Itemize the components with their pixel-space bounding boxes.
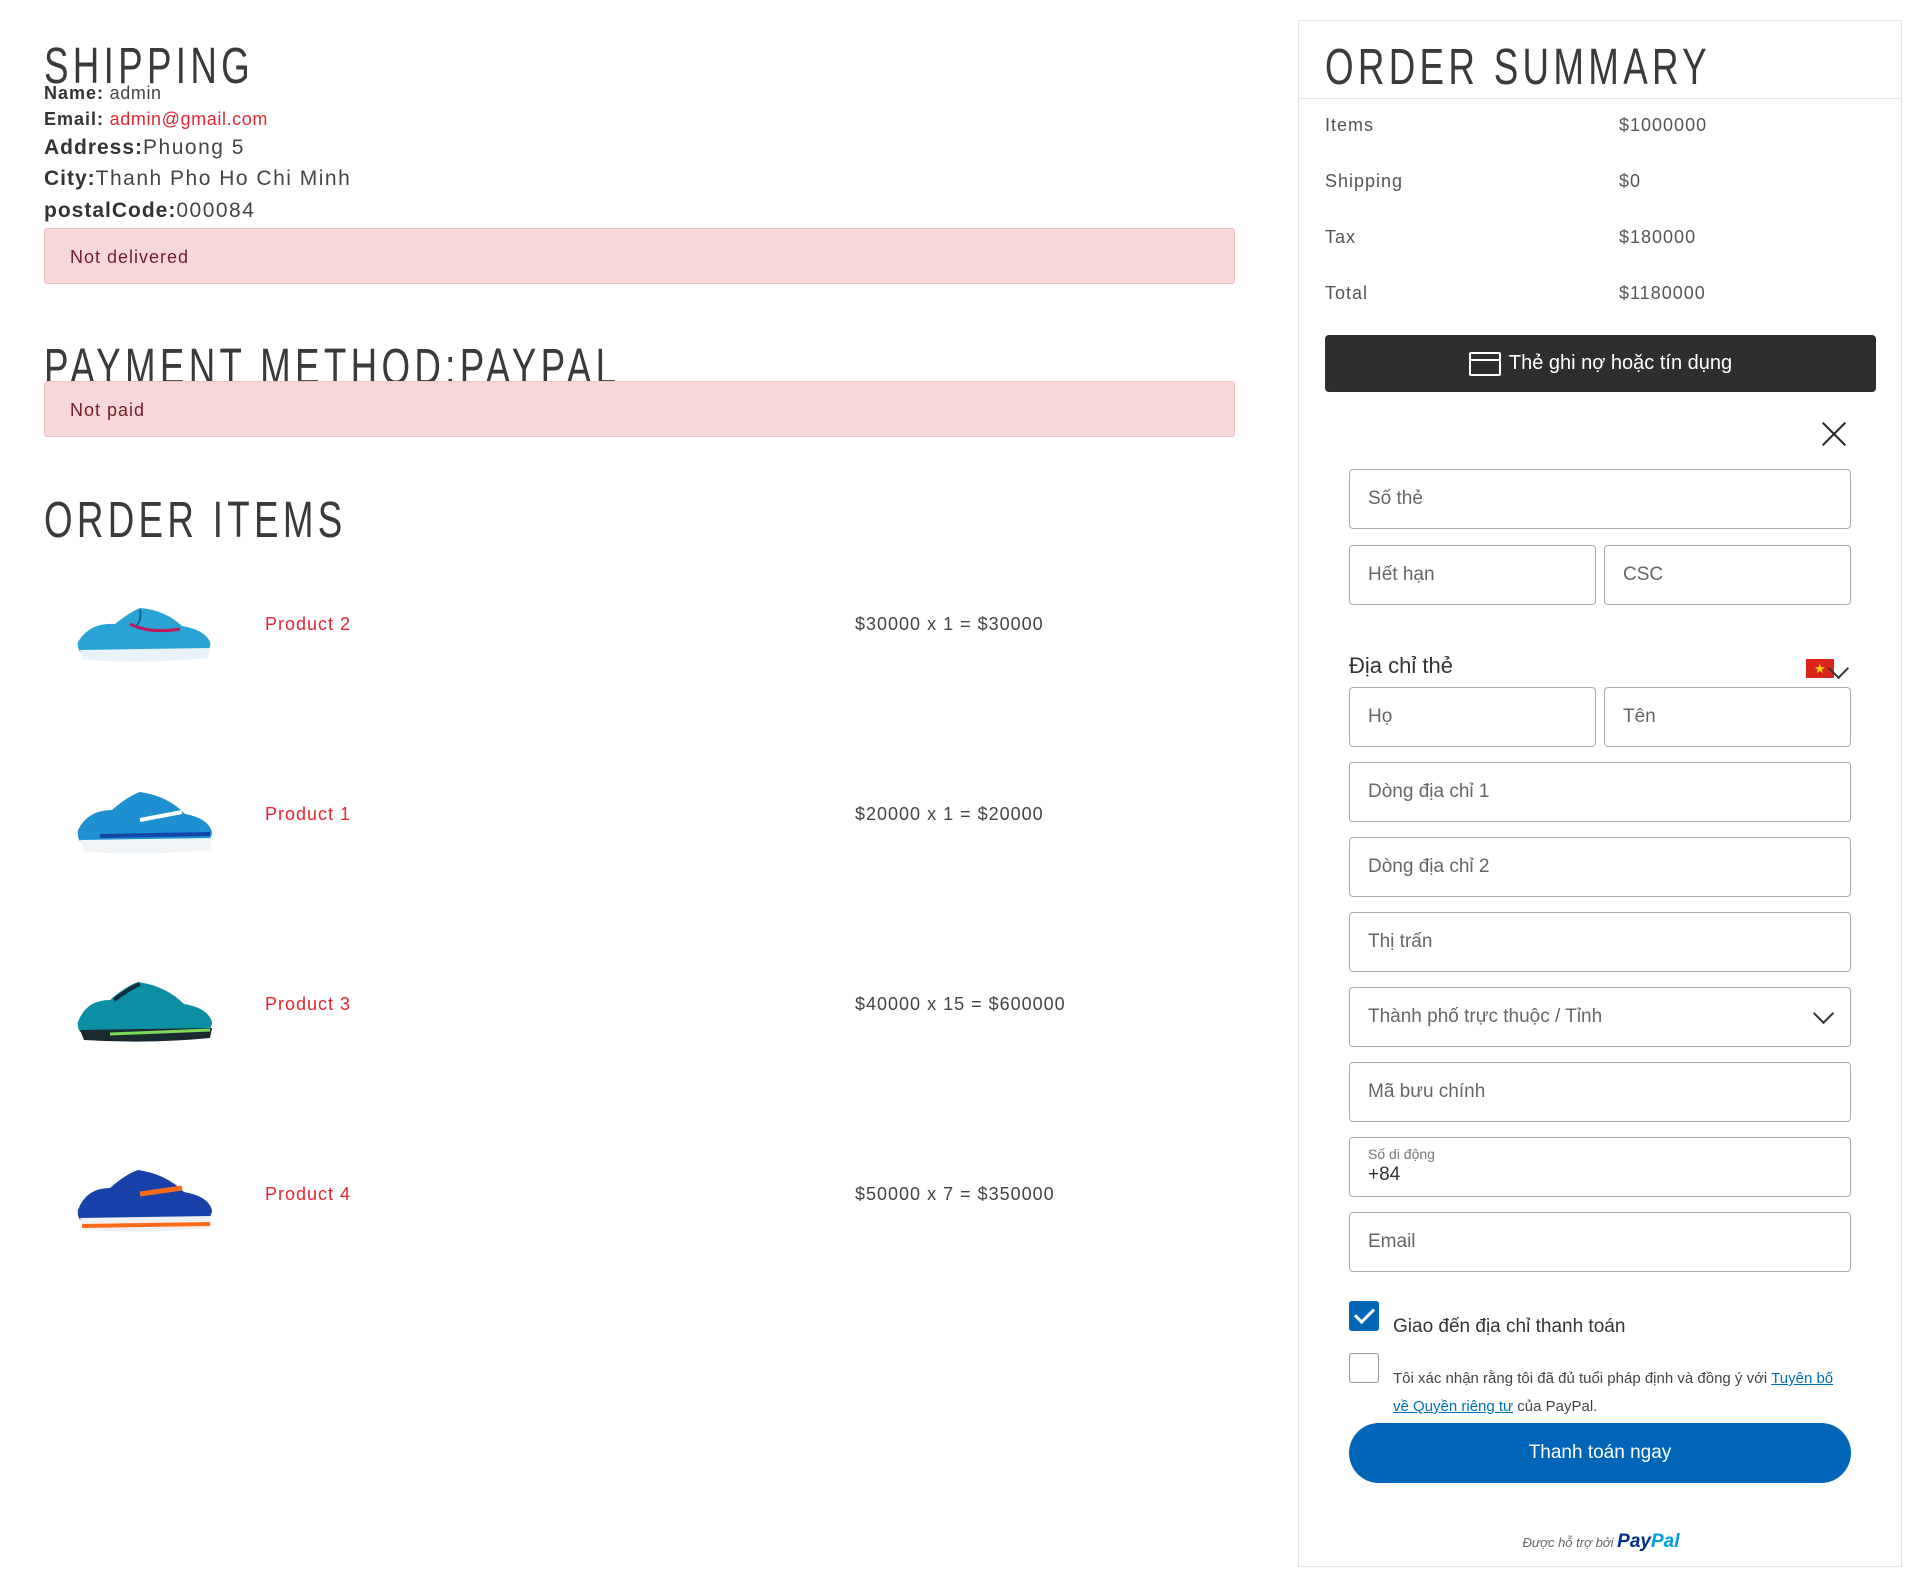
summary-items-value: $1000000 — [1619, 115, 1708, 135]
blue-running-shoe-image — [77, 792, 212, 854]
summary-shipping-label: Shipping — [1325, 171, 1404, 191]
delivery-status-alert: Not delivered — [44, 228, 1235, 284]
product-link[interactable]: Product 3 — [265, 994, 351, 1015]
mobile-phone-input[interactable]: Số di động +84 — [1349, 1137, 1851, 1197]
postal-code-input[interactable]: Mã bưu chính — [1349, 1062, 1851, 1122]
order-summary-panel: Order Summary Items $1000000 Shipping $0… — [1298, 20, 1902, 1567]
product-link[interactable]: Product 1 — [265, 804, 351, 825]
debit-credit-card-button[interactable]: Thẻ ghi nợ hoặc tín dụng — [1325, 335, 1876, 392]
order-item-row: Product 3 $40000 x 15 = $600000 — [44, 954, 1235, 1064]
town-input[interactable]: Thị trấn — [1349, 912, 1851, 972]
summary-total-value: $1180000 — [1619, 283, 1706, 303]
age-consent-text: Tôi xác nhận rằng tôi đã đủ tuổi pháp đị… — [1393, 1370, 1834, 1415]
teal-running-shoe-image — [77, 982, 212, 1042]
order-items-heading: Order Items — [44, 491, 347, 548]
shipping-postal-code: postalCode:000084 — [44, 199, 256, 222]
ship-to-billing-checkbox[interactable] — [1349, 1301, 1379, 1331]
province-select-label: Thành phố trực thuộc / Tỉnh — [1368, 1006, 1603, 1027]
order-item-row: Product 2 $30000 x 1 = $30000 — [44, 574, 1235, 684]
shipping-city: City:Thanh Pho Ho Chi Minh — [44, 167, 352, 190]
order-item-row: Product 1 $20000 x 1 = $20000 — [44, 764, 1235, 874]
summary-items-label: Items — [1325, 115, 1375, 135]
line-total: $40000 x 15 = $600000 — [855, 994, 1066, 1014]
email-link[interactable]: admin@gmail.com — [110, 109, 268, 129]
powered-by-paypal: Được hỗ trợ bởi PayPal — [1522, 1531, 1680, 1552]
summary-total-label: Total — [1325, 283, 1369, 303]
email-input[interactable]: Email — [1349, 1212, 1851, 1272]
summary-tax-value: $180000 — [1619, 227, 1697, 247]
age-consent-checkbox[interactable] — [1349, 1353, 1379, 1383]
chevron-down-icon — [1812, 1002, 1835, 1025]
billing-address-title: Địa chỉ thẻ — [1349, 653, 1453, 678]
last-name-input[interactable]: Họ — [1349, 687, 1596, 747]
pay-now-button[interactable]: Thanh toán ngay — [1349, 1423, 1851, 1483]
mobile-phone-value: +84 — [1368, 1164, 1401, 1185]
summary-shipping-value: $0 — [1619, 171, 1642, 191]
shipping-email: Email: admin@gmail.com — [44, 109, 268, 129]
shipping-name: Name: admin — [44, 83, 162, 103]
mobile-phone-label: Số di động — [1368, 1146, 1435, 1162]
card-number-input[interactable]: Số thẻ — [1349, 469, 1851, 529]
blue-running-shoe-image — [77, 608, 211, 662]
credit-card-icon — [1468, 351, 1501, 376]
payment-status-alert: Not paid — [44, 381, 1235, 437]
summary-tax-label: Tax — [1325, 227, 1357, 247]
address-line-1-input[interactable]: Dòng địa chỉ 1 — [1349, 762, 1851, 822]
ship-to-billing-label: Giao đến địa chỉ thanh toán — [1393, 1316, 1626, 1337]
product-link[interactable]: Product 4 — [265, 1184, 351, 1205]
close-icon[interactable] — [1821, 421, 1847, 447]
line-total: $20000 x 1 = $20000 — [855, 804, 1044, 824]
product-link[interactable]: Product 2 — [265, 614, 351, 635]
province-select[interactable]: Thành phố trực thuộc / Tỉnh — [1349, 987, 1851, 1047]
navy-orange-running-shoe-image — [77, 1170, 212, 1232]
order-item-row: Product 4 $50000 x 7 = $350000 — [44, 1144, 1235, 1254]
line-total: $50000 x 7 = $350000 — [855, 1184, 1055, 1204]
csc-input[interactable]: CSC — [1604, 545, 1851, 605]
expiry-input[interactable]: Hết hạn — [1349, 545, 1596, 605]
first-name-input[interactable]: Tên — [1604, 687, 1851, 747]
order-summary-header: Order Summary — [1299, 21, 1901, 99]
shipping-address: Address:Phuong 5 — [44, 136, 245, 159]
order-summary-heading: Order Summary — [1325, 38, 1711, 95]
paypal-logo: PayPal — [1617, 1531, 1680, 1552]
address-line-2-input[interactable]: Dòng địa chỉ 2 — [1349, 837, 1851, 897]
line-total: $30000 x 1 = $30000 — [855, 614, 1044, 634]
card-button-label: Thẻ ghi nợ hoặc tín dụng — [1508, 352, 1733, 374]
